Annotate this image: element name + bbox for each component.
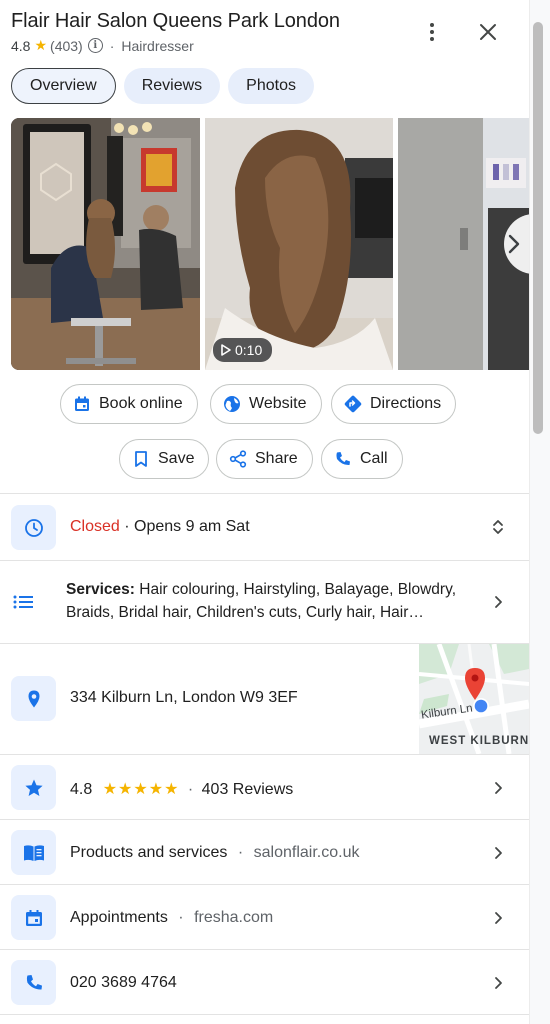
address[interactable]: 334 Kilburn Ln, London W9 3EF bbox=[70, 689, 298, 707]
divider bbox=[0, 819, 529, 820]
open-status: Closed bbox=[70, 518, 120, 535]
share-button[interactable]: Share bbox=[216, 439, 313, 479]
carousel-next-icon[interactable] bbox=[488, 214, 529, 274]
share-icon bbox=[229, 450, 247, 468]
divider bbox=[0, 949, 529, 950]
salon-interior-photo[interactable] bbox=[11, 118, 200, 370]
products-label: Products and services bbox=[70, 844, 228, 861]
phone-icon bbox=[336, 452, 350, 466]
expand-hours-icon[interactable] bbox=[489, 518, 507, 536]
rating-line: 4.8 ★ (403) i · Hairdresser bbox=[11, 37, 194, 54]
phone-number[interactable]: 020 3689 4764 bbox=[70, 974, 177, 992]
save-label: Save bbox=[158, 450, 195, 467]
reviews-separator: · bbox=[187, 781, 194, 798]
book-online-label: Book online bbox=[99, 395, 183, 412]
rating-stars: ★★★★★ bbox=[102, 781, 180, 798]
phone-icon bbox=[11, 960, 56, 1005]
website-label: Website bbox=[249, 395, 307, 412]
chevron-right-icon[interactable] bbox=[489, 779, 507, 797]
info-icon[interactable]: i bbox=[87, 38, 103, 53]
divider bbox=[0, 493, 529, 494]
separator-dot: · bbox=[109, 37, 115, 54]
review-count-link[interactable]: (403) bbox=[50, 38, 83, 54]
tab-reviews[interactable]: Reviews bbox=[123, 68, 221, 104]
chevron-right-icon[interactable] bbox=[489, 844, 507, 862]
directions-label: Directions bbox=[370, 395, 442, 412]
more-options-icon[interactable] bbox=[418, 18, 446, 46]
next-opening: Opens 9 am Sat bbox=[134, 518, 250, 535]
book-online-button[interactable]: Book online bbox=[60, 384, 198, 424]
rating-value: 4.8 bbox=[11, 37, 31, 54]
bookmark-icon bbox=[135, 451, 147, 467]
appointments-domain: fresha.com bbox=[194, 909, 274, 926]
save-button[interactable]: Save bbox=[119, 439, 210, 479]
chevron-right-icon[interactable] bbox=[489, 909, 507, 927]
location-pin-icon bbox=[11, 676, 56, 721]
divider bbox=[0, 754, 529, 755]
scrollbar-thumb[interactable] bbox=[533, 22, 543, 434]
appointments-label: Appointments bbox=[70, 909, 168, 926]
directions-button[interactable]: Directions bbox=[331, 384, 457, 424]
list-icon bbox=[11, 590, 37, 616]
divider bbox=[0, 1014, 529, 1015]
divider bbox=[0, 560, 529, 561]
directions-icon bbox=[344, 395, 362, 413]
map-thumbnail[interactable]: Kilburn Ln WEST KILBURN bbox=[419, 644, 529, 754]
play-icon bbox=[221, 344, 231, 356]
reviews-summary[interactable]: 4.8 ★★★★★ · 403 Reviews bbox=[70, 779, 293, 799]
place-title: Flair Hair Salon Queens Park London bbox=[11, 10, 340, 32]
appointments-link[interactable]: Appointments · fresha.com bbox=[70, 909, 273, 927]
website-button[interactable]: Website bbox=[210, 384, 322, 424]
opening-hours[interactable]: Closed · Opens 9 am Sat bbox=[70, 518, 250, 536]
tab-photos[interactable]: Photos bbox=[228, 68, 314, 104]
star-icon bbox=[11, 765, 56, 810]
products-services-link[interactable]: Products and services · salonflair.co.uk bbox=[70, 844, 359, 862]
map-area-label: WEST KILBURN bbox=[429, 735, 529, 747]
star-icon: ★ bbox=[34, 37, 48, 53]
tab-overview[interactable]: Overview bbox=[11, 68, 116, 104]
chevron-right-icon[interactable] bbox=[489, 593, 507, 611]
reviews-count: 403 Reviews bbox=[201, 781, 294, 798]
services-summary[interactable]: Services: Hair colouring, Hairstyling, B… bbox=[66, 578, 481, 624]
hairstyle-video-thumbnail[interactable]: 0:10 bbox=[205, 118, 393, 370]
chevron-right-icon[interactable] bbox=[489, 974, 507, 992]
close-icon[interactable] bbox=[474, 18, 502, 46]
menu-book-icon bbox=[11, 830, 56, 875]
category-label[interactable]: Hairdresser bbox=[121, 38, 193, 54]
call-label: Call bbox=[360, 450, 388, 467]
place-panel: Flair Hair Salon Queens Park London 4.8 … bbox=[0, 0, 529, 1024]
call-button[interactable]: Call bbox=[321, 439, 403, 479]
appointments-separator: · bbox=[178, 909, 184, 926]
share-label: Share bbox=[255, 450, 298, 467]
products-domain: salonflair.co.uk bbox=[253, 844, 360, 861]
divider bbox=[0, 884, 529, 885]
globe-icon bbox=[224, 396, 240, 412]
hours-separator: · bbox=[119, 518, 135, 535]
calendar-icon bbox=[75, 396, 89, 411]
services-label: Services: bbox=[66, 581, 135, 598]
clock-icon bbox=[11, 505, 56, 550]
products-separator: · bbox=[237, 844, 244, 861]
photo-carousel: 0:10 bbox=[11, 118, 529, 370]
video-duration-badge: 0:10 bbox=[213, 338, 273, 362]
tab-bar: Overview Reviews Photos bbox=[11, 68, 314, 104]
reviews-rating: 4.8 bbox=[70, 781, 93, 798]
video-duration: 0:10 bbox=[235, 342, 263, 358]
calendar-icon bbox=[11, 895, 56, 940]
